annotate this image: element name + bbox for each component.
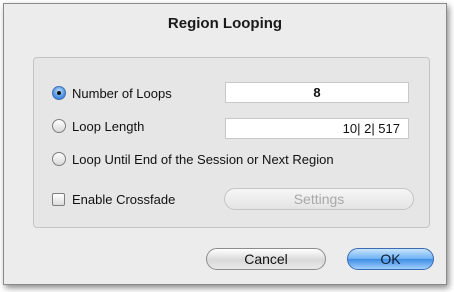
settings-button[interactable]: Settings — [224, 188, 414, 210]
loop-until-end-label: Loop Until End of the Session or Next Re… — [72, 151, 334, 167]
loop-until-end-option[interactable]: Loop Until End of the Session or Next Re… — [52, 150, 334, 168]
loop-until-end-radio[interactable] — [52, 152, 66, 166]
number-of-loops-label: Number of Loops — [72, 85, 172, 101]
loop-length-label: Loop Length — [72, 118, 145, 134]
region-looping-dialog: Region Looping Number of Loops 8 Loop Le… — [3, 3, 447, 285]
enable-crossfade-label: Enable Crossfade — [72, 191, 176, 207]
number-of-loops-radio[interactable] — [52, 86, 66, 100]
number-of-loops-input[interactable]: 8 — [225, 82, 409, 103]
cancel-button[interactable]: Cancel — [206, 248, 326, 270]
enable-crossfade-option[interactable]: Enable Crossfade — [52, 190, 175, 208]
number-of-loops-option[interactable]: Number of Loops — [52, 84, 172, 102]
enable-crossfade-checkbox[interactable] — [52, 192, 65, 206]
dialog-title: Region Looping — [167, 15, 283, 32]
loop-length-option[interactable]: Loop Length — [52, 117, 144, 135]
loop-length-radio[interactable] — [52, 119, 66, 133]
ok-button[interactable]: OK — [347, 248, 434, 270]
loop-length-input[interactable]: 10| 2| 517 — [225, 118, 409, 139]
